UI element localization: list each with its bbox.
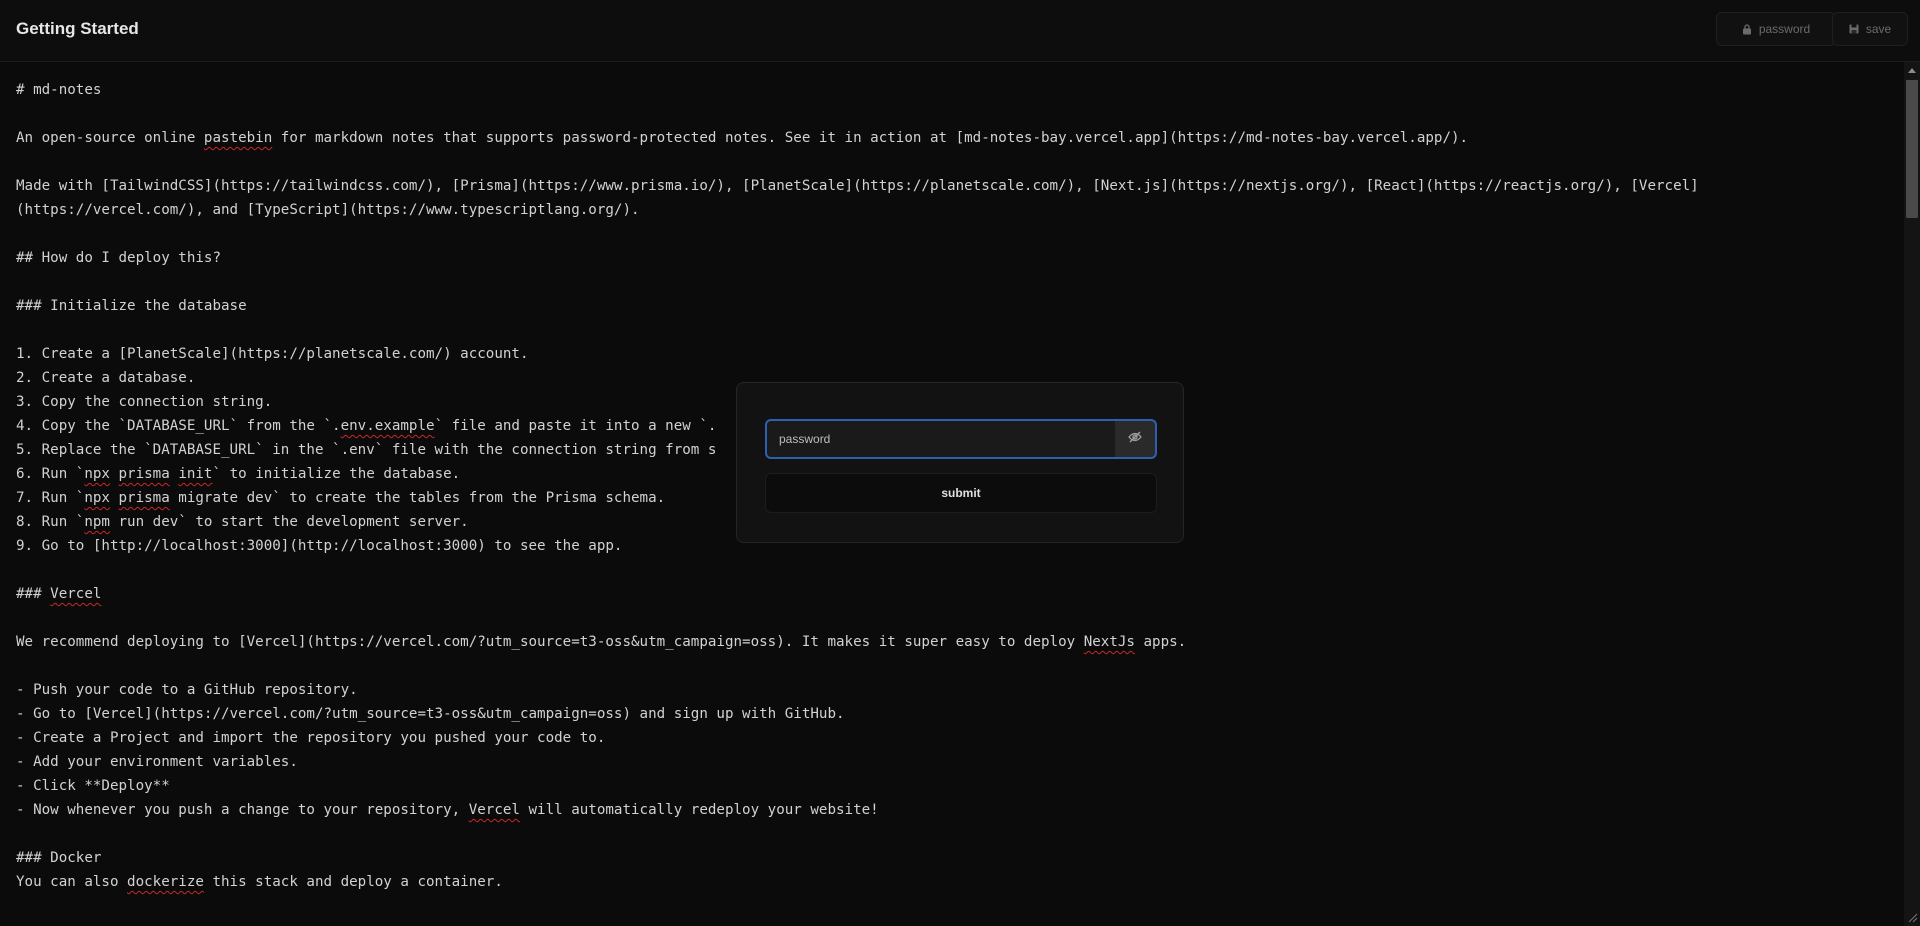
editor-line: 6. Run `npx prisma init` to initialize t… [16,462,460,486]
editor-line: ## How do I deploy this? [16,246,221,270]
line-text: 9. Go to [http://localhost:3000](http://… [16,538,623,554]
editor-line: - Add your environment variables. [16,750,298,774]
line-text: An open-source online [16,130,204,146]
editor-line: - Push your code to a GitHub repository. [16,678,358,702]
password-button[interactable]: password [1716,12,1836,46]
scroll-up-arrow-icon[interactable] [1908,68,1916,73]
spellcheck-word: Vercel [468,802,520,818]
editor-line: - Click **Deploy** [16,774,170,798]
line-text: - Push your code to a GitHub repository. [16,682,358,698]
spellcheck-word: npm [84,514,110,530]
line-text: 4. Copy the `DATABASE_URL` from the `. [16,418,341,434]
line-text: 1. Create a [PlanetScale](https://planet… [16,346,529,362]
line-text: ### Initialize the database [16,298,247,314]
spellcheck-word: npx [84,490,110,506]
line-text: - Go to [Vercel](https://vercel.com/?utm… [16,706,845,722]
password-input[interactable] [765,419,1115,459]
spellcheck-word: pastebin [203,130,273,146]
line-text: apps. [1134,634,1187,650]
line-text: - Now whenever you push a change to your… [16,802,469,818]
password-button-label: password [1758,22,1811,36]
top-bar: Getting Started password save [0,0,1920,62]
editor-line: - Go to [Vercel](https://vercel.com/?utm… [16,702,845,726]
line-text: will automatically redeploy your website… [519,802,879,818]
editor-line: ### Initialize the database [16,294,247,318]
editor-line: ### Docker [16,846,101,870]
line-text: ` to initialize the database. [212,466,461,482]
line-text: 8. Run ` [16,514,85,530]
line-text: 3. Copy the connection string. [16,394,273,410]
resize-grip-icon[interactable] [1906,910,1918,923]
spellcheck-word: init [178,466,213,482]
editor-line: You can also dockerize this stack and de… [16,870,503,894]
save-button-label: save [1865,22,1892,36]
line-text: ### [16,586,51,602]
save-button[interactable]: save [1832,12,1908,46]
line-text: - Create a Project and import the reposi… [16,730,606,746]
line-text: (https://vercel.com/), and [TypeScript](… [16,202,640,218]
line-text: migrate dev` to create the tables from t… [169,490,666,506]
spellcheck-word: prisma [118,466,170,482]
editor-line: (https://vercel.com/), and [TypeScript](… [16,198,640,222]
line-text: # md-notes [16,82,102,98]
spellcheck-word: Vercel [50,586,102,602]
editor-line: 3. Copy the connection string. [16,390,272,414]
editor-line: 2. Create a database. [16,366,195,390]
editor-line: - Create a Project and import the reposi… [16,726,605,750]
editor-line: ### Vercel [16,582,101,606]
line-text: - Click **Deploy** [16,778,170,794]
line-text: Made with [TailwindCSS](https://tailwind… [16,178,1699,194]
editor-line: 8. Run `npm run dev` to start the develo… [16,510,469,534]
editor-line: We recommend deploying to [Vercel](https… [16,630,1186,654]
editor-line: 1. Create a [PlanetScale](https://planet… [16,342,529,366]
line-text: ## How do I deploy this? [16,250,221,266]
toggle-password-visibility-button[interactable] [1115,419,1157,459]
line-text: You can also [16,874,128,890]
line-text: this stack and deploy a container. [203,874,503,890]
editor-line: Made with [TailwindCSS](https://tailwind… [16,174,1699,198]
submit-button[interactable]: submit [765,473,1157,513]
editor-line: 4. Copy the `DATABASE_URL` from the `.en… [16,414,716,438]
editor-line: - Now whenever you push a change to your… [16,798,879,822]
line-text: 5. Replace the `DATABASE_URL` in the `.e… [16,442,717,458]
line-text: run dev` to start the development server… [109,514,469,530]
floppy-disk-icon [1849,24,1859,34]
eye-off-icon [1128,430,1142,448]
line-text: for markdown notes that supports passwor… [272,130,1469,146]
line-text [110,490,119,506]
spellcheck-word: NextJs [1083,634,1135,650]
page-title: Getting Started [16,19,139,38]
spellcheck-word: npx [84,466,110,482]
editor-line: 9. Go to [http://localhost:3000](http://… [16,534,622,558]
password-dialog: submit [736,382,1184,543]
scrollbar-thumb[interactable] [1906,80,1918,218]
lock-icon [1742,23,1752,35]
editor-line: An open-source online pastebin for markd… [16,126,1468,150]
spellcheck-word: prisma [118,490,170,506]
editor-line: 7. Run `npx prisma migrate dev` to creat… [16,486,665,510]
spellcheck-word: dockerize [127,874,204,890]
line-text: 2. Create a database. [16,370,196,386]
line-text [110,466,119,482]
line-text: 7. Run ` [16,490,85,506]
line-text: ### Docker [16,850,102,866]
spellcheck-word: env.example [340,418,435,434]
line-text: ` file and paste it into a new `. [434,418,717,434]
line-text: 6. Run ` [16,466,85,482]
editor-line: # md-notes [16,78,101,102]
editor-line: 5. Replace the `DATABASE_URL` in the `.e… [16,438,716,462]
line-text: We recommend deploying to [Vercel](https… [16,634,1084,650]
line-text: - Add your environment variables. [16,754,298,770]
